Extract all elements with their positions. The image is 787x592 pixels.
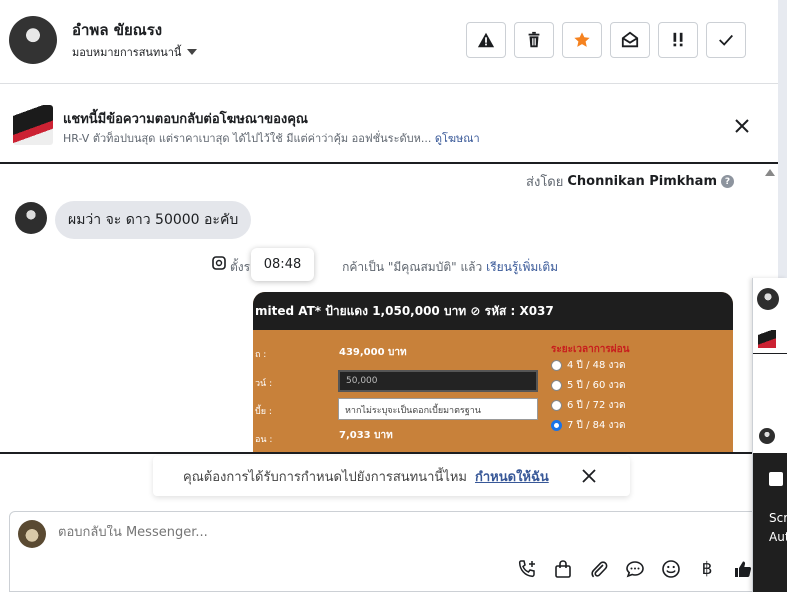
reply-composer: ฿ bbox=[9, 511, 773, 592]
assign-label: มอบหมายการสนทนานี้ bbox=[72, 46, 182, 59]
popup-text: Aut bbox=[769, 530, 787, 544]
car-down-payment-field: 50,000 bbox=[338, 370, 538, 392]
car-period-title: ระยะเวลาการผ่อน bbox=[551, 344, 630, 355]
reply-input[interactable] bbox=[58, 525, 738, 540]
car-label: อน : bbox=[255, 435, 273, 445]
trash-icon bbox=[528, 31, 540, 48]
ad-banner-description: HR-V ตัวท็อปบนสุด แต่ราคาเบาสุด ได้ไปไว้… bbox=[63, 129, 480, 147]
ad-reply-banner: แชทนี้มีข้อความตอบกลับต่อโฆษณาของคุณ HR-… bbox=[0, 85, 778, 164]
period-option: 6 ปี / 72 งวด bbox=[551, 398, 626, 413]
message-text: ผมว่า จะ ดาว 50000 อะคับ bbox=[68, 212, 239, 228]
message-thread[interactable]: ส่งโดย Chonnikan Pimkham ? ผมว่า จะ ดาว … bbox=[0, 166, 778, 454]
star-button[interactable] bbox=[562, 22, 602, 58]
radio-icon bbox=[551, 380, 562, 391]
star-icon bbox=[574, 32, 590, 47]
close-icon[interactable] bbox=[733, 117, 751, 135]
mark-unread-button[interactable] bbox=[610, 22, 650, 58]
car-label: ถ : bbox=[255, 350, 267, 360]
assign-conversation-dropdown[interactable]: มอบหมายการสนทนานี้ bbox=[72, 43, 198, 61]
car-price-value: 439,000 บาท bbox=[339, 347, 407, 358]
ad-description-text: HR-V ตัวท็อปบนสุด แต่ราคาเบาสุด ได้ไปไว้… bbox=[63, 132, 432, 145]
learn-more-link[interactable]: เรียนรู้เพิ่มเติม bbox=[486, 260, 558, 274]
chat-bubble-icon[interactable] bbox=[624, 558, 646, 580]
period-option: 7 ปี / 84 งวด bbox=[551, 418, 626, 433]
app-icon bbox=[769, 472, 783, 486]
shopping-bag-icon[interactable] bbox=[552, 558, 574, 580]
warning-icon bbox=[477, 32, 495, 48]
help-icon[interactable]: ? bbox=[721, 175, 734, 188]
thumbs-up-icon[interactable] bbox=[732, 558, 754, 580]
avatar bbox=[759, 428, 775, 444]
sent-by-label: ส่งโดย Chonnikan Pimkham ? bbox=[526, 171, 734, 192]
delete-button[interactable] bbox=[514, 22, 554, 58]
emoji-icon[interactable] bbox=[660, 558, 682, 580]
assign-prompt: คุณต้องการได้รับการกำหนดไปยังการสนทนานี้… bbox=[153, 456, 630, 496]
label-icon bbox=[212, 256, 226, 270]
sent-by-prefix: ส่งโดย bbox=[526, 175, 564, 190]
car-interest-field: หากไม่ระบุจะเป็นดอกเบี้ยมาตรฐาน bbox=[338, 398, 538, 420]
ad-banner-title: แชทนี้มีข้อความตอบกลับต่อโฆษณาของคุณ bbox=[63, 112, 308, 127]
system-text-after: กค้าเป็น "มีคุณสมบัติ" แล้ว bbox=[342, 260, 483, 274]
popup-text: Scr bbox=[769, 511, 787, 525]
scroll-up-arrow[interactable] bbox=[765, 169, 775, 176]
car-label: บี้ย : bbox=[255, 407, 272, 417]
assign-prompt-text: คุณต้องการได้รับการกำหนดไปยังการสนทนานี้… bbox=[183, 469, 467, 485]
conversation-header: อำพล ขัยณรง มอบหมายการสนทนานี้ bbox=[0, 0, 778, 84]
envelope-open-icon bbox=[621, 31, 639, 48]
priority-button[interactable] bbox=[658, 22, 698, 58]
contact-name[interactable]: อำพล ขัยณรง bbox=[72, 18, 162, 42]
contact-avatar[interactable] bbox=[9, 16, 57, 64]
overlapping-panel: Scr Aut bbox=[752, 278, 787, 592]
exclamation-icon bbox=[673, 32, 683, 47]
avatar bbox=[757, 288, 779, 310]
shared-image[interactable]: mited AT* ป้ายแดง 1,050,000 บาท ⊘ รหัส :… bbox=[253, 292, 733, 452]
period-option: 4 ปี / 48 งวด bbox=[551, 358, 626, 373]
check-icon bbox=[719, 34, 733, 46]
radio-icon bbox=[551, 400, 562, 411]
header-actions bbox=[466, 22, 746, 58]
timestamp-tooltip: 08:48 bbox=[251, 248, 314, 281]
car-label: วน์ : bbox=[255, 379, 273, 389]
close-icon[interactable] bbox=[581, 468, 597, 484]
view-ad-link[interactable]: ดูโฆษณา bbox=[435, 132, 480, 145]
page-avatar bbox=[18, 520, 46, 548]
mark-done-button[interactable] bbox=[706, 22, 746, 58]
ad-thumbnail[interactable] bbox=[13, 105, 53, 145]
system-text-before: ตั้งร bbox=[230, 260, 251, 274]
sender-name: Chonnikan Pimkham bbox=[567, 174, 717, 189]
message-bubble[interactable]: ผมว่า จะ ดาว 50000 อะคับ bbox=[55, 201, 252, 239]
paperclip-icon[interactable] bbox=[588, 558, 610, 580]
radio-icon bbox=[551, 360, 562, 371]
phone-plus-icon[interactable] bbox=[516, 558, 538, 580]
radio-selected-icon bbox=[551, 420, 562, 431]
baht-icon[interactable]: ฿ bbox=[696, 558, 718, 580]
chevron-down-icon bbox=[187, 49, 198, 55]
page-scrollbar[interactable] bbox=[778, 0, 787, 280]
composer-toolbar: ฿ bbox=[516, 558, 754, 580]
messenger-inbox: อำพล ขัยณรง มอบหมายการสนทนานี้ แชทนี้มีข… bbox=[0, 0, 787, 592]
mark-spam-button[interactable] bbox=[466, 22, 506, 58]
car-installment-value: 7,033 บาท bbox=[339, 430, 393, 441]
divider bbox=[753, 353, 787, 354]
ad-thumbnail bbox=[758, 330, 776, 348]
customer-avatar[interactable] bbox=[15, 202, 47, 234]
car-image-header: mited AT* ป้ายแดง 1,050,000 บาท ⊘ รหัส :… bbox=[253, 292, 733, 330]
assign-to-me-link[interactable]: กำหนดให้ฉัน bbox=[475, 466, 549, 487]
period-option: 5 ปี / 60 งวด bbox=[551, 378, 626, 393]
